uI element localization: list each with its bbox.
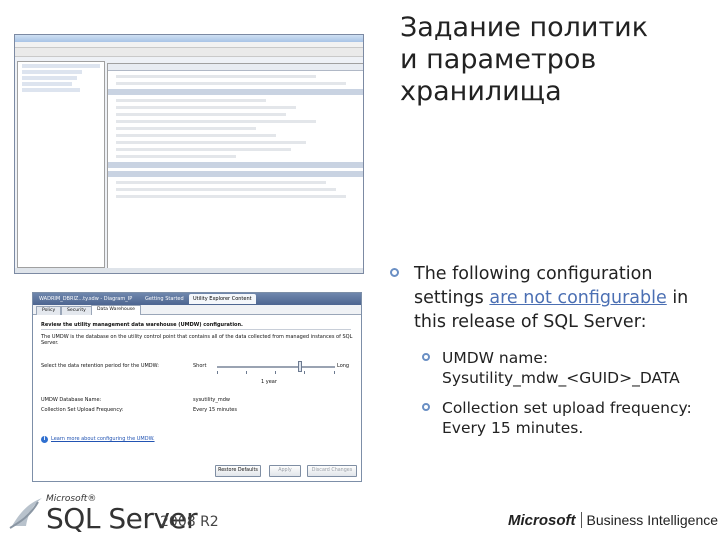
upload-frequency-value: Every 15 minutes bbox=[193, 407, 237, 413]
object-explorer-pane bbox=[17, 61, 105, 268]
not-configurable-link[interactable]: are not configurable bbox=[489, 288, 666, 308]
business-intelligence-logo: Microsoft Business Intelligence bbox=[508, 510, 718, 529]
policy-content-pane bbox=[107, 63, 363, 269]
divider bbox=[41, 329, 351, 330]
sub-bullet-text: UMDW name: Sysutility_mdw_<GUID>_DATA bbox=[442, 349, 680, 387]
bullet-icon bbox=[390, 268, 399, 277]
slide-title: Задание политик и параметров хранилища bbox=[400, 12, 710, 108]
sub-bullet-text: Collection set upload frequency: Every 1… bbox=[442, 399, 692, 437]
slider-track bbox=[217, 366, 335, 368]
learn-more-link[interactable]: Learn more about configuring the UMDW. bbox=[51, 436, 155, 442]
sql-server-logo: Microsoft® SQL Server 2008 R2 bbox=[8, 494, 238, 536]
bullet-main: The following configuration settings are… bbox=[386, 262, 716, 334]
microsoft-logo-text: Microsoft bbox=[508, 512, 576, 529]
management-studio-screenshot bbox=[14, 34, 364, 274]
slide: Задание политик и параметров хранилища W… bbox=[0, 0, 720, 540]
db-name-label: UMDW Database Name: bbox=[41, 397, 102, 403]
sql-server-logo-icon bbox=[9, 498, 42, 529]
window-titlebar bbox=[15, 35, 363, 42]
tab-getting-started[interactable]: Getting Started bbox=[141, 294, 188, 304]
slider-min-label: Short bbox=[193, 363, 207, 369]
settings-subtabs: Policy Security Data Warehouse bbox=[33, 305, 361, 315]
panel-description: The UMDW is the database on the utility … bbox=[41, 334, 353, 347]
restore-defaults-button[interactable]: Restore Defaults bbox=[215, 465, 261, 477]
sub-bullet-upload-frequency: Collection set upload frequency: Every 1… bbox=[386, 398, 716, 438]
title-line-2: и параметров bbox=[400, 44, 597, 75]
apply-button[interactable]: Apply bbox=[269, 465, 301, 477]
info-icon: i bbox=[41, 436, 48, 443]
tab-diagram[interactable]: WADRIM_DBRIZ...ty.sdw - Diagram_IP bbox=[35, 294, 136, 304]
business-intelligence-text: Business Intelligence bbox=[586, 512, 719, 528]
discard-changes-button[interactable]: Discard Changes bbox=[307, 465, 357, 477]
sql-version-text: 2008 R2 bbox=[160, 514, 219, 530]
status-bar bbox=[15, 268, 363, 273]
bullet-icon bbox=[422, 403, 430, 411]
retention-slider[interactable] bbox=[217, 361, 335, 375]
panel-heading: Review the utility management data wareh… bbox=[41, 322, 243, 328]
toolbar bbox=[15, 48, 363, 57]
bullet-icon bbox=[422, 353, 430, 361]
data-warehouse-panel: Review the utility management data wareh… bbox=[33, 315, 361, 481]
logo-separator bbox=[580, 512, 582, 528]
upload-frequency-label: Collection Set Upload Frequency: bbox=[41, 407, 124, 413]
sub-bullet-umdw-name: UMDW name: Sysutility_mdw_<GUID>_DATA bbox=[386, 348, 716, 388]
bullet-list: The following configuration settings are… bbox=[386, 262, 716, 438]
data-warehouse-dialog: WADRIM_DBRIZ...ty.sdw - Diagram_IP Getti… bbox=[32, 292, 362, 482]
db-name-value: sysutility_mdw bbox=[193, 397, 231, 403]
retention-label: Select the data retention period for the… bbox=[41, 363, 159, 369]
document-tab-bar: WADRIM_DBRIZ...ty.sdw - Diagram_IP Getti… bbox=[33, 293, 361, 305]
content-tabs bbox=[108, 64, 363, 71]
subtab-security[interactable]: Security bbox=[61, 306, 92, 315]
title-line-3: хранилища bbox=[400, 76, 562, 107]
slider-thumb[interactable] bbox=[297, 361, 302, 372]
subtab-policy[interactable]: Policy bbox=[36, 306, 62, 315]
tab-utility-explorer-content[interactable]: Utility Explorer Content bbox=[189, 294, 256, 304]
subtab-data-warehouse[interactable]: Data Warehouse bbox=[91, 305, 141, 315]
title-line-1: Задание политик bbox=[400, 12, 649, 43]
slider-max-label: Long bbox=[337, 363, 350, 369]
slider-value-label: 1 year bbox=[261, 379, 277, 385]
